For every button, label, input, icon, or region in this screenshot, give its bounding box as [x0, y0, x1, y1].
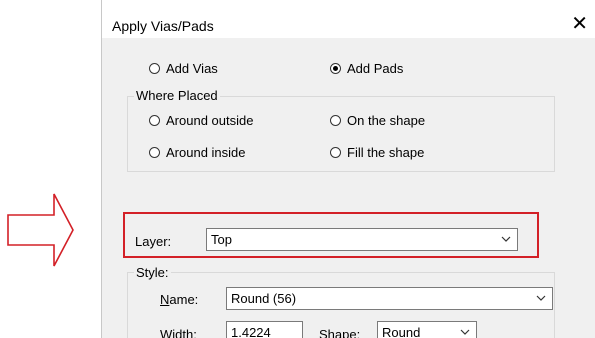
radio-circle-icon: [149, 114, 160, 126]
name-label-mnemonic: N: [160, 292, 170, 307]
on-the-shape-radio[interactable]: On the shape: [330, 111, 425, 129]
layer-label: Layer:: [135, 234, 172, 249]
apply-vias-pads-dialog: Apply Vias/Pads ✕ Add Vias Add Pads Wher…: [101, 0, 595, 338]
callout-arrow-icon: [7, 193, 74, 267]
radio-circle-icon: [149, 62, 160, 74]
around-outside-radio[interactable]: Around outside: [149, 111, 253, 129]
add-pads-label: Add Pads: [347, 60, 404, 76]
radio-circle-icon: [149, 146, 160, 158]
add-pads-radio[interactable]: Add Pads: [330, 59, 403, 77]
name-label-rest: ame:: [169, 292, 199, 307]
add-vias-label: Add Vias: [166, 60, 218, 76]
where-placed-legend: Where Placed: [134, 88, 220, 103]
style-name-dropdown[interactable]: Round (56): [226, 287, 553, 310]
add-vias-radio[interactable]: Add Vias: [149, 59, 218, 77]
fill-the-shape-label: Fill the shape: [347, 144, 425, 160]
shape-value: Round: [382, 325, 421, 338]
around-inside-radio[interactable]: Around inside: [149, 143, 246, 161]
chevron-down-icon: [501, 236, 511, 242]
shape-dropdown[interactable]: Round: [377, 321, 477, 338]
radio-selected-icon: [330, 62, 341, 74]
radio-circle-icon: [330, 146, 341, 158]
around-outside-label: Around outside: [166, 112, 254, 128]
style-name-value: Round (56): [231, 291, 297, 306]
on-the-shape-label: On the shape: [347, 112, 426, 128]
close-icon[interactable]: ✕: [571, 14, 588, 34]
layer-dropdown[interactable]: Top: [206, 228, 518, 251]
chevron-down-icon: [460, 329, 470, 335]
shape-label: Shape:: [319, 327, 361, 338]
width-input[interactable]: 1.4224: [226, 321, 303, 338]
around-inside-label: Around inside: [166, 144, 246, 160]
radio-circle-icon: [330, 114, 341, 126]
title-bar: Apply Vias/Pads ✕: [102, 0, 595, 38]
chevron-down-icon: [536, 295, 546, 301]
fill-the-shape-radio[interactable]: Fill the shape: [330, 143, 424, 161]
width-label: Width:: [160, 327, 197, 338]
width-value: 1.4224: [231, 325, 271, 338]
layer-value: Top: [211, 232, 232, 247]
style-legend: Style:: [134, 265, 171, 280]
name-label: Name:: [160, 292, 198, 307]
dialog-title: Apply Vias/Pads: [112, 18, 214, 34]
